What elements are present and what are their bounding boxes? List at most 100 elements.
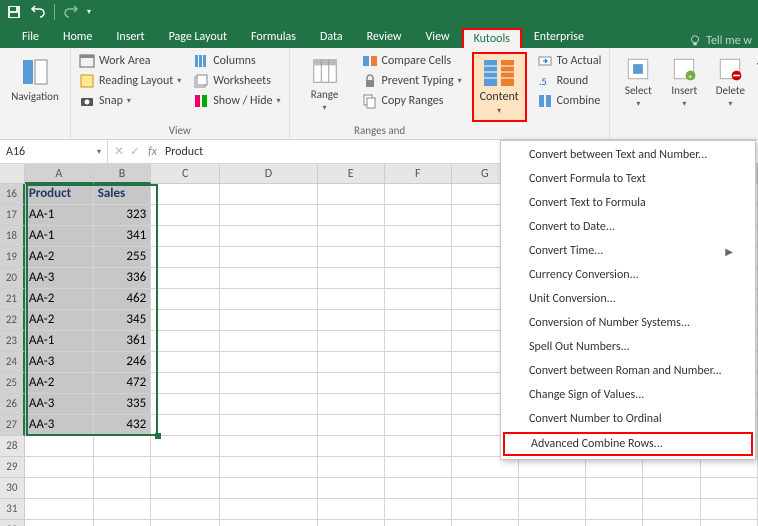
tell-me-search[interactable]: Tell me w — [688, 34, 758, 48]
worksheets-button[interactable]: Worksheets — [191, 72, 282, 90]
round-button[interactable]: .5 Round — [535, 72, 604, 90]
cell[interactable] — [519, 520, 586, 526]
cell[interactable] — [25, 499, 94, 520]
cell[interactable] — [385, 331, 452, 352]
cell[interactable] — [151, 520, 220, 526]
menu-item[interactable]: Convert Formula to Text — [501, 167, 755, 191]
cell[interactable] — [318, 352, 385, 373]
cell[interactable] — [151, 436, 220, 457]
cell[interactable] — [94, 457, 152, 478]
column-header[interactable]: A — [25, 164, 94, 184]
cell[interactable] — [385, 394, 452, 415]
redo-icon[interactable] — [63, 4, 79, 20]
cell[interactable] — [220, 436, 317, 457]
cell[interactable] — [385, 352, 452, 373]
cell[interactable]: AA-1 — [25, 331, 94, 352]
to-actual-button[interactable]: To Actual — [535, 52, 604, 70]
tab-data[interactable]: Data — [308, 26, 355, 48]
cell[interactable] — [385, 226, 452, 247]
cell[interactable] — [643, 520, 701, 526]
cell[interactable]: AA-2 — [25, 289, 94, 310]
row-header[interactable]: 29 — [0, 457, 25, 478]
fill-handle[interactable] — [155, 433, 161, 439]
cell[interactable] — [220, 520, 317, 526]
cell[interactable] — [586, 457, 644, 478]
cell[interactable] — [220, 331, 317, 352]
cell[interactable] — [151, 247, 220, 268]
cell[interactable]: 432 — [94, 415, 151, 436]
cell[interactable] — [220, 373, 317, 394]
cell[interactable] — [318, 247, 385, 268]
cell[interactable] — [151, 226, 220, 247]
menu-item[interactable]: Currency Conversion... — [501, 263, 755, 287]
cell[interactable]: AA-2 — [25, 247, 94, 268]
cell[interactable] — [220, 499, 317, 520]
menu-item[interactable]: Advanced Combine Rows... — [503, 432, 753, 456]
cell[interactable] — [318, 478, 385, 499]
snap-button[interactable]: Snap▾ — [77, 92, 183, 110]
row-header[interactable]: 23 — [0, 331, 25, 352]
tab-enterprise[interactable]: Enterprise — [522, 26, 596, 48]
row-header[interactable]: 32 — [0, 520, 25, 526]
cell[interactable] — [452, 457, 519, 478]
cell[interactable] — [318, 331, 385, 352]
row-header[interactable]: 17 — [0, 205, 25, 226]
cell[interactable]: 246 — [94, 352, 151, 373]
menu-item[interactable]: Unit Conversion... — [501, 287, 755, 311]
menu-item[interactable]: Conversion of Number Systems... — [501, 311, 755, 335]
cell[interactable] — [151, 373, 220, 394]
cell[interactable] — [94, 436, 152, 457]
fx-icon[interactable]: fx — [148, 145, 157, 159]
cell[interactable] — [94, 520, 152, 526]
save-icon[interactable] — [6, 4, 22, 20]
cell[interactable]: 323 — [94, 205, 151, 226]
cell[interactable] — [220, 226, 317, 247]
row-header[interactable]: 31 — [0, 499, 25, 520]
cell[interactable]: AA-3 — [25, 415, 94, 436]
cell[interactable] — [318, 205, 385, 226]
cell[interactable] — [452, 499, 519, 520]
tab-formulas[interactable]: Formulas — [239, 26, 308, 48]
cell[interactable] — [643, 457, 701, 478]
cell[interactable]: 361 — [94, 331, 151, 352]
cell[interactable] — [220, 352, 317, 373]
tab-kutools[interactable]: Kutools — [462, 28, 522, 48]
prevent-typing-button[interactable]: Prevent Typing▾ — [360, 72, 464, 90]
cell[interactable] — [151, 457, 220, 478]
text-button[interactable]: T — [754, 52, 758, 86]
copy-ranges-button[interactable]: Copy Ranges — [360, 92, 464, 110]
delete-button[interactable]: Delete▾ — [708, 52, 752, 113]
row-header[interactable]: 27 — [0, 415, 25, 436]
cell[interactable]: 255 — [94, 247, 151, 268]
cell[interactable] — [385, 268, 452, 289]
menu-item[interactable]: Convert Number to Ordinal — [501, 407, 755, 431]
cell[interactable] — [151, 331, 220, 352]
cell[interactable] — [220, 310, 317, 331]
columns-button[interactable]: Columns — [191, 52, 282, 70]
cell[interactable] — [385, 373, 452, 394]
insert-button[interactable]: + Insert▾ — [662, 52, 706, 113]
cell[interactable] — [385, 415, 452, 436]
row-header[interactable]: 28 — [0, 436, 25, 457]
row-header[interactable]: 20 — [0, 268, 25, 289]
cell[interactable]: 335 — [94, 394, 151, 415]
tab-file[interactable]: File — [10, 26, 51, 48]
row-header[interactable]: 24 — [0, 352, 25, 373]
cell[interactable] — [318, 289, 385, 310]
column-header[interactable]: E — [318, 164, 385, 184]
cell[interactable]: 462 — [94, 289, 151, 310]
row-header[interactable]: 18 — [0, 226, 25, 247]
row-header[interactable]: 19 — [0, 247, 25, 268]
cell[interactable]: 336 — [94, 268, 151, 289]
cell[interactable]: AA-2 — [25, 310, 94, 331]
menu-item[interactable]: Convert between Roman and Number... — [501, 359, 755, 383]
cell[interactable] — [94, 499, 152, 520]
combine-button[interactable]: Combine — [535, 92, 604, 110]
cell[interactable]: AA-1 — [25, 226, 94, 247]
cell[interactable]: Sales — [94, 184, 151, 205]
cell[interactable] — [220, 268, 317, 289]
cell[interactable] — [151, 289, 220, 310]
row-header[interactable]: 30 — [0, 478, 25, 499]
menu-item[interactable]: Convert Text to Formula — [501, 191, 755, 215]
cell[interactable] — [220, 478, 317, 499]
